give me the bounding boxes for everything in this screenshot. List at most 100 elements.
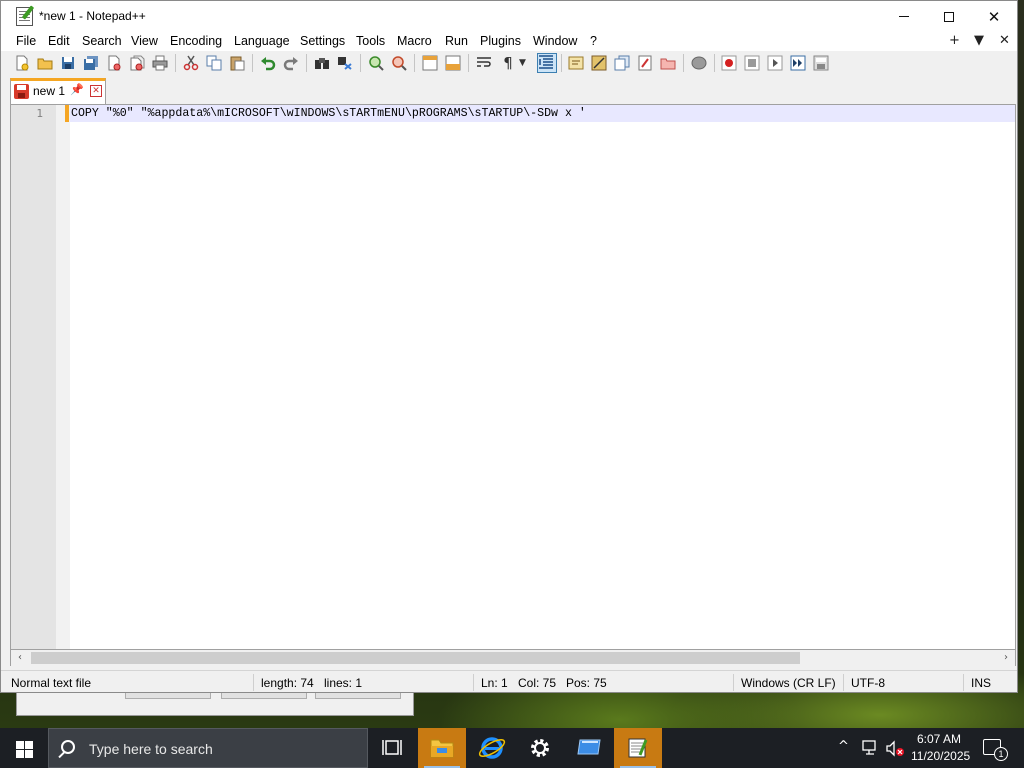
stop-record-icon (744, 55, 760, 71)
network-icon[interactable] (862, 740, 880, 756)
zoom-out-button[interactable] (391, 55, 407, 71)
windows-logo-icon (16, 750, 24, 758)
record-macro-button[interactable] (721, 55, 737, 71)
maximize-icon (944, 11, 954, 22)
copy-button[interactable] (206, 55, 222, 71)
print-icon (152, 55, 168, 71)
minimize-button[interactable] (881, 1, 927, 32)
menu-edit[interactable]: Edit (48, 34, 70, 48)
user-language-button[interactable] (568, 55, 584, 71)
scroll-right-arrow[interactable]: › (997, 650, 1015, 666)
notepadpp-taskbar-button[interactable] (614, 728, 662, 768)
show-chars-dropdown[interactable]: ▼ (519, 55, 535, 71)
status-insert-mode[interactable]: INS (971, 676, 991, 690)
status-separator (963, 674, 964, 691)
close-window-button[interactable]: ✕ (971, 1, 1017, 32)
doc-list-button[interactable] (614, 55, 630, 71)
menu-encoding[interactable]: Encoding (170, 34, 222, 48)
menu-file[interactable]: File (16, 34, 36, 48)
horizontal-scrollbar[interactable]: ‹ › (10, 650, 1016, 666)
menu-tools[interactable]: Tools (356, 34, 385, 48)
scrollbar-thumb[interactable] (31, 652, 800, 664)
cut-button[interactable] (183, 55, 199, 71)
new-file-button[interactable] (14, 55, 30, 71)
save-button[interactable] (60, 55, 76, 71)
menu-settings[interactable]: Settings (300, 34, 345, 48)
menu-run[interactable]: Run (445, 34, 468, 48)
monitoring-button[interactable] (691, 55, 707, 71)
indent-guide-button[interactable] (537, 53, 557, 73)
sync-vertical-button[interactable] (422, 55, 438, 71)
menu-macro[interactable]: Macro (397, 34, 432, 48)
zoom-in-button[interactable] (368, 55, 384, 71)
close-file-button[interactable] (106, 55, 122, 71)
menu-search[interactable]: Search (82, 34, 122, 48)
editor-area[interactable]: 1 COPY "%0" "%appdata%\mICROSOFT\wINDOWS… (10, 104, 1016, 650)
sync-vertical-icon (422, 55, 438, 71)
status-eol[interactable]: Windows (CR LF) (741, 676, 836, 690)
menu-window[interactable]: Window (533, 34, 577, 48)
find-icon (315, 58, 329, 69)
save-all-icon (84, 56, 98, 70)
clock-date[interactable]: 11/20/2025 (911, 749, 970, 763)
find-button[interactable] (314, 55, 330, 71)
close-doc-button[interactable]: ✕ (999, 33, 1010, 48)
cut-icon (183, 55, 199, 71)
start-button[interactable] (0, 728, 48, 768)
function-list-button[interactable] (637, 55, 653, 71)
menu-plugins[interactable]: Plugins (480, 34, 521, 48)
replace-button[interactable] (337, 55, 353, 71)
task-view-button[interactable] (368, 728, 416, 768)
close-all-button[interactable] (129, 55, 145, 71)
status-lines: lines: 1 (324, 676, 363, 690)
menu-help[interactable]: ? (590, 34, 597, 48)
pin-icon[interactable]: 📌 (70, 83, 84, 96)
tab-list-dropdown[interactable]: ▼ (974, 33, 984, 48)
menu-view[interactable]: View (131, 34, 158, 48)
remote-desktop-button[interactable] (566, 728, 614, 768)
save-macro-button[interactable] (813, 55, 829, 71)
play-macro-button[interactable] (767, 55, 783, 71)
monitoring-icon (691, 56, 707, 70)
toolbar: ¶ ▼ (1, 51, 1017, 76)
toolbar-separator (561, 54, 562, 72)
clock-time[interactable]: 6:07 AM (917, 732, 961, 746)
word-wrap-button[interactable] (476, 55, 492, 71)
tab-bar: new 1 📌 ✕ (1, 76, 1017, 104)
internet-explorer-button[interactable] (468, 728, 516, 768)
tab-new-1[interactable]: new 1 📌 ✕ (10, 78, 106, 104)
notepadpp-app-icon[interactable] (16, 7, 33, 26)
status-separator (733, 674, 734, 691)
folder-workspace-button[interactable] (660, 55, 676, 71)
undo-button[interactable] (260, 55, 276, 71)
title-bar[interactable]: *new 1 - Notepad++ ✕ (1, 1, 1017, 32)
status-length: length: 74 (261, 676, 314, 690)
file-explorer-button[interactable] (418, 728, 466, 768)
settings-button[interactable] (516, 728, 564, 768)
scroll-left-arrow[interactable]: ‹ (11, 650, 29, 666)
tray-overflow-chevron[interactable]: ^ (838, 739, 849, 754)
sync-horizontal-button[interactable] (445, 55, 461, 71)
save-all-button[interactable] (83, 55, 99, 71)
taskbar: Type here to search ^ 6:07 AM 11/20/2025… (0, 728, 1024, 768)
status-encoding[interactable]: UTF-8 (851, 676, 885, 690)
run-multiple-macro-button[interactable] (790, 55, 806, 71)
new-tab-plus-button[interactable]: + (949, 33, 960, 48)
maximize-button[interactable] (926, 1, 972, 32)
tab-close-button[interactable]: ✕ (90, 85, 102, 97)
stop-record-button[interactable] (744, 55, 760, 71)
fold-margin[interactable] (56, 105, 70, 649)
open-file-button[interactable] (37, 55, 53, 71)
print-button[interactable] (152, 55, 168, 71)
taskbar-search-box[interactable]: Type here to search (48, 728, 368, 768)
volume-muted-icon[interactable] (885, 740, 905, 758)
redo-button[interactable] (283, 55, 299, 71)
paste-button[interactable] (229, 55, 245, 71)
internet-explorer-icon (478, 737, 506, 759)
doc-map-button[interactable] (591, 55, 607, 71)
close-all-icon (130, 55, 145, 71)
show-all-chars-button[interactable]: ¶ (500, 55, 516, 71)
code-line[interactable]: COPY "%0" "%appdata%\mICROSOFT\wINDOWS\s… (71, 107, 586, 120)
menu-language[interactable]: Language (234, 34, 290, 48)
status-separator (253, 674, 254, 691)
